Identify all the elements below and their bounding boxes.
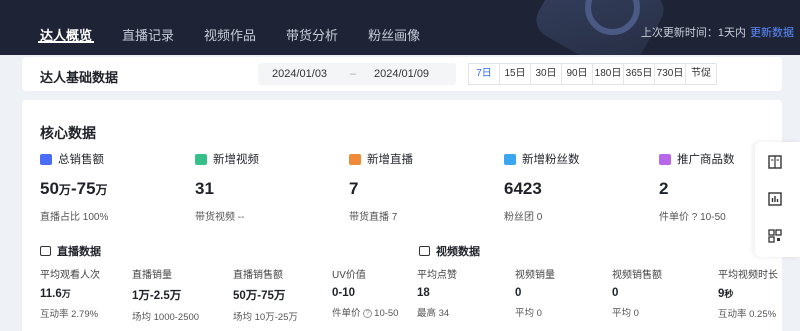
product-icon <box>659 153 671 165</box>
stat-label: 直播销量 <box>132 270 172 281</box>
video-icon <box>195 153 207 165</box>
metric-label: 新增粉丝数 <box>522 154 580 166</box>
metric-label: 总销售额 <box>58 154 104 166</box>
stat-value: 0 <box>612 287 619 299</box>
metric-new-videos: 新增视频 31 带货视频 -- <box>195 152 345 223</box>
stat-label: 平均点赞 <box>417 270 457 281</box>
tab-video-works[interactable]: 视频作品 <box>189 0 271 55</box>
period-180d[interactable]: 180日 <box>592 63 624 85</box>
live-avg-viewers: 平均观看人次 11.6万 互动率 2.79% <box>40 266 140 320</box>
top-nav: 达人概览 直播记录 视频作品 带货分析 粉丝画像 上次更新时间：1天内 更新数据 <box>0 0 800 55</box>
stat-value: 1万-2.5万 <box>132 290 182 302</box>
update-info: 上次更新时间：1天内 更新数据 <box>641 24 794 40</box>
book-icon[interactable] <box>767 154 783 170</box>
sales-icon <box>40 153 52 165</box>
video-data-header: 视频数据 <box>419 243 480 259</box>
video-data-title: 视频数据 <box>436 246 480 258</box>
base-data-title: 达人基础数据 <box>40 70 119 85</box>
help-icon[interactable]: ? <box>363 308 373 318</box>
stat-label: 直播销售额 <box>233 270 283 281</box>
date-end[interactable]: 2024/01/09 <box>374 68 429 80</box>
base-data-bar: 达人基础数据 2024/01/03 – 2024/01/09 7日 15日 30… <box>22 57 782 91</box>
stat-sub: 最高 34 <box>417 308 450 319</box>
live-icon <box>349 153 361 165</box>
live-sales-volume: 直播销量 1万-2.5万 场均 1000-2500 <box>132 266 232 323</box>
side-toolbar <box>755 142 800 257</box>
date-separator: – <box>350 68 357 80</box>
metric-value: 6423 <box>504 179 542 198</box>
metric-label: 新增视频 <box>213 154 259 166</box>
stat-sub: 平均 0 <box>612 308 639 319</box>
stat-value: 50万-75万 <box>233 290 286 302</box>
video-avg-duration: 平均视频时长 9秒 互动率 0.25% <box>718 266 800 320</box>
stat-value: 0 <box>515 287 522 299</box>
metric-value: 7 <box>349 179 359 198</box>
stat-value: 11.6万 <box>40 288 71 300</box>
stat-label: 平均观看人次 <box>40 270 100 281</box>
metric-total-sales: 总销售额 50万-75万 直播占比 100% <box>40 152 190 223</box>
metric-sub: 直播占比 100% <box>40 212 109 223</box>
fans-icon <box>504 153 516 165</box>
metric-sub: 带货直播 7 <box>349 212 398 223</box>
tab-fan-profile[interactable]: 粉丝画像 <box>353 0 435 55</box>
period-730d[interactable]: 730日 <box>654 63 686 85</box>
stat-sub: 互动率 2.79% <box>40 309 99 320</box>
metric-value: 31 <box>195 179 214 198</box>
period-30d[interactable]: 30日 <box>530 63 562 85</box>
metric-label: 新增直播 <box>367 154 413 166</box>
core-data-title: 核心数据 <box>40 125 96 141</box>
video-data-icon <box>419 246 430 256</box>
video-avg-likes: 平均点赞 18 最高 34 <box>417 266 517 319</box>
video-sales-volume: 视频销量 0 平均 0 <box>515 266 615 319</box>
period-90d[interactable]: 90日 <box>561 63 593 85</box>
metric-label: 推广商品数 <box>677 154 735 166</box>
stat-sub: 平均 0 <box>515 308 542 319</box>
nav-tabs: 达人概览 直播记录 视频作品 带货分析 粉丝画像 <box>25 0 435 55</box>
live-sales-amount: 直播销售额 50万-75万 场均 10万-25万 <box>233 266 333 323</box>
live-data-header: 直播数据 <box>40 243 101 259</box>
stat-sub: 场均 1000-2500 <box>132 312 200 323</box>
chart-icon[interactable] <box>767 191 783 207</box>
period-promo[interactable]: 节促 <box>685 63 717 85</box>
stat-value: 18 <box>417 287 430 299</box>
date-start[interactable]: 2024/01/03 <box>272 68 327 80</box>
period-365d[interactable]: 365日 <box>623 63 655 85</box>
stat-value: 9秒 <box>718 288 734 300</box>
date-range-picker[interactable]: 2024/01/03 – 2024/01/09 <box>258 63 456 85</box>
period-15d[interactable]: 15日 <box>499 63 531 85</box>
update-data-link[interactable]: 更新数据 <box>750 27 794 39</box>
metric-value: 50万-75万 <box>40 179 108 198</box>
stat-label: 视频销量 <box>515 270 555 281</box>
stat-label: 平均视频时长 <box>718 270 778 281</box>
update-time: 上次更新时间：1天内 <box>640 27 746 39</box>
video-sales-amount: 视频销售额 0 平均 0 <box>612 266 712 319</box>
stat-sub: 场均 10万-25万 <box>233 312 298 323</box>
metric-sub: 带货视频 -- <box>195 212 245 223</box>
period-7d[interactable]: 7日 <box>468 63 500 85</box>
period-selector: 7日 15日 30日 90日 180日 365日 730日 节促 <box>468 63 717 85</box>
tab-live-records[interactable]: 直播记录 <box>107 0 189 55</box>
qr-code-icon[interactable] <box>767 228 783 244</box>
metric-sub: 粉丝团 0 <box>504 212 543 223</box>
stat-sub: 互动率 0.25% <box>718 309 777 320</box>
tab-overview[interactable]: 达人概览 <box>25 0 108 55</box>
metric-new-lives: 新增直播 7 带货直播 7 <box>349 152 499 223</box>
core-data-card: 核心数据 总销售额 50万-75万 直播占比 100% 新增视频 31 带货视频… <box>22 100 782 331</box>
live-data-title: 直播数据 <box>57 246 101 258</box>
tab-sales-analysis[interactable]: 带货分析 <box>271 0 353 55</box>
metric-new-fans: 新增粉丝数 6423 粉丝团 0 <box>504 152 654 223</box>
stat-label: 视频销售额 <box>612 270 662 281</box>
live-data-icon <box>40 246 51 256</box>
